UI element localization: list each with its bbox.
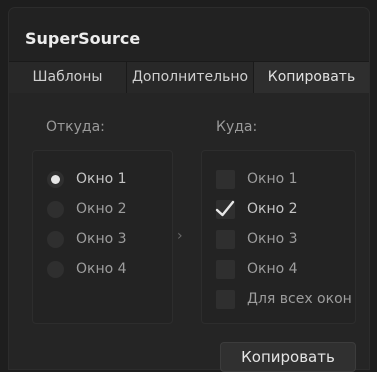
checkbox-icon[interactable] (216, 229, 235, 249)
to-option-2[interactable]: Окно 2 (215, 198, 298, 220)
to-option-label: Окно 1 (247, 171, 298, 187)
radio-icon[interactable] (47, 200, 64, 218)
chevron-right-icon: › (177, 228, 183, 244)
radio-icon[interactable] (47, 260, 64, 278)
tab-templates[interactable]: Шаблоны (9, 61, 127, 93)
checkbox-icon[interactable] (216, 289, 235, 309)
from-option-label: Окно 3 (76, 231, 127, 247)
from-option-label: Окно 2 (76, 201, 127, 217)
panel-title: SuperSource (25, 29, 141, 48)
from-option-2[interactable]: Окно 2 (47, 198, 127, 220)
to-option-label: Окно 2 (247, 201, 298, 217)
from-label: Откуда: (46, 119, 105, 135)
tab-copy[interactable]: Копировать (254, 61, 369, 93)
radio-icon[interactable] (47, 230, 64, 248)
checkmark-icon (215, 200, 235, 216)
to-option-label: Окно 4 (247, 261, 298, 277)
tab-bar: Шаблоны Дополнительно Копировать (9, 61, 369, 93)
from-option-label: Окно 1 (76, 171, 127, 187)
to-option-4[interactable]: Окно 4 (216, 258, 298, 280)
to-option-all[interactable]: Для всех окон (216, 288, 352, 310)
from-option-3[interactable]: Окно 3 (47, 228, 127, 250)
from-option-1[interactable]: Окно 1 (47, 168, 127, 190)
to-label: Куда: (216, 119, 258, 135)
radio-selected-icon[interactable] (47, 170, 64, 188)
to-option-3[interactable]: Окно 3 (216, 228, 298, 250)
checkbox-icon[interactable] (216, 259, 235, 279)
tab-advanced[interactable]: Дополнительно (127, 61, 254, 93)
to-option-label: Окно 3 (247, 231, 298, 247)
copy-button[interactable]: Копировать (220, 342, 356, 372)
from-option-4[interactable]: Окно 4 (47, 258, 127, 280)
to-option-label: Для всех окон (247, 291, 352, 307)
checkbox-checked-icon[interactable] (215, 199, 235, 219)
to-option-1[interactable]: Окно 1 (216, 168, 298, 190)
from-option-label: Окно 4 (76, 261, 127, 277)
checkbox-icon[interactable] (216, 169, 235, 189)
